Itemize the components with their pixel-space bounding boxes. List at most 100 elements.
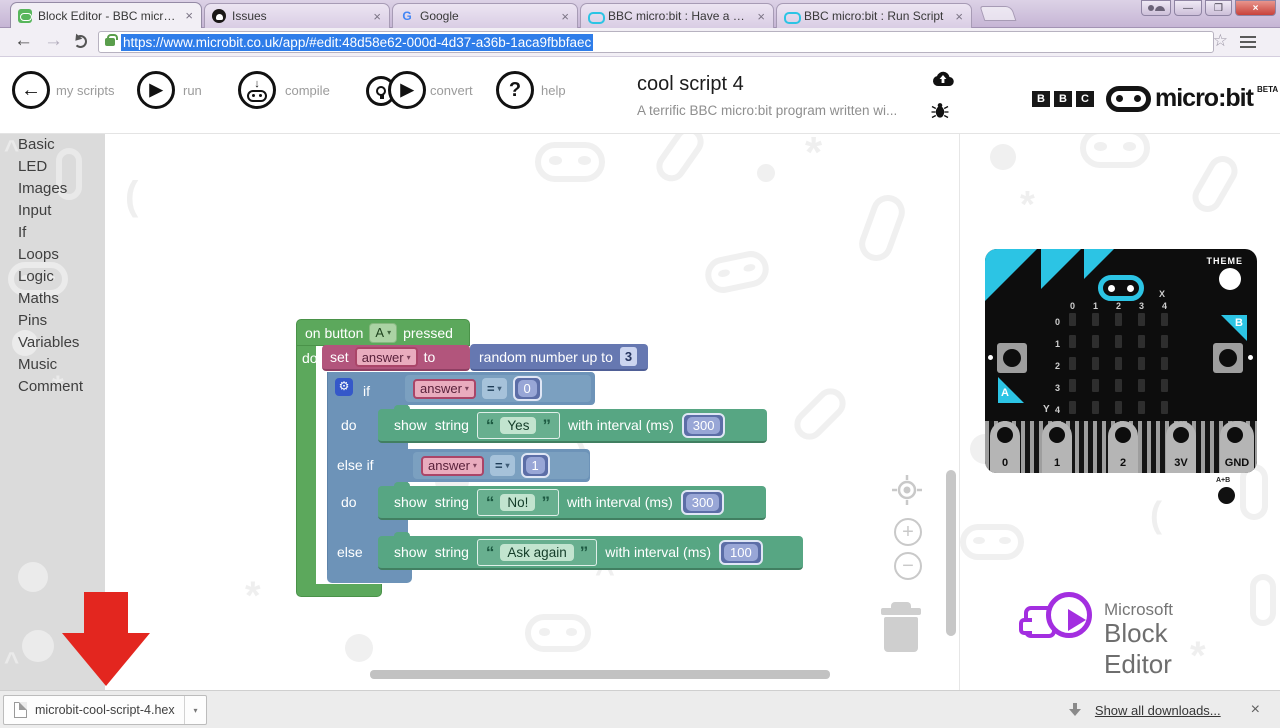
sidebar-item-images[interactable]: Images	[0, 178, 105, 200]
cloud-upload-icon[interactable]	[932, 70, 954, 87]
help-button[interactable]: ?	[496, 71, 534, 109]
block-if-bottom[interactable]	[327, 570, 412, 583]
forward-icon[interactable]: →	[44, 30, 63, 52]
sidebar-item-led[interactable]: LED	[0, 156, 105, 178]
profile-icon[interactable]	[1141, 0, 1171, 16]
block-on-button-bottom[interactable]	[296, 584, 382, 597]
browser-menu-icon[interactable]	[1240, 36, 1256, 48]
tab-google[interactable]: G Google ×	[392, 3, 578, 28]
zoom-out-button[interactable]: −	[894, 552, 922, 580]
variable-dropdown[interactable]: answer▾	[413, 379, 476, 399]
pin-0[interactable]: 0	[990, 421, 1020, 473]
sidebar-item-variables[interactable]: Variables	[0, 332, 105, 354]
maximize-button[interactable]: ❒	[1205, 0, 1232, 16]
string-input[interactable]: “ Yes ”	[477, 412, 560, 439]
variable-dropdown[interactable]: answer▾	[355, 347, 418, 367]
new-tab-button[interactable]	[980, 6, 1017, 21]
tab-issues[interactable]: Issues ×	[204, 3, 390, 28]
button-dropdown[interactable]: A▾	[369, 323, 397, 343]
url-text-selected[interactable]: https://www.microbit.co.uk/app/#edit:48d…	[121, 34, 593, 51]
button-a[interactable]	[997, 343, 1027, 373]
window-controls: — ❒ ×	[1141, 0, 1276, 16]
file-options-caret-icon[interactable]: ▾	[184, 696, 206, 724]
zoom-reset-icon[interactable]	[891, 474, 923, 506]
tab-block-editor[interactable]: Block Editor - BBC micro:b ×	[10, 2, 202, 28]
address-bar[interactable]: https://www.microbit.co.uk/app/#edit:48d…	[98, 31, 1214, 53]
sidebar-item-maths[interactable]: Maths	[0, 288, 105, 310]
tab-microbit-run-script[interactable]: BBC micro:bit : Run Script ×	[776, 3, 972, 28]
tab-close-icon[interactable]: ×	[184, 9, 194, 22]
convert-label[interactable]: convert	[430, 83, 473, 98]
bookmark-star-icon[interactable]: ☆	[1213, 31, 1228, 51]
downloaded-file-chip[interactable]: microbit-cool-script-4.hex ▾	[3, 695, 207, 725]
compile-button[interactable]: ↓	[238, 71, 276, 109]
close-window-button[interactable]: ×	[1235, 0, 1276, 16]
pin-gnd[interactable]: GND	[1220, 421, 1254, 473]
bug-icon[interactable]	[931, 102, 949, 119]
string-input[interactable]: “ Ask again ”	[477, 539, 597, 566]
tab-close-icon[interactable]: ×	[954, 10, 964, 23]
block-on-button-pressed[interactable]: on button A▾ pressed	[296, 319, 470, 346]
else-if-label: else if	[337, 457, 374, 473]
pin-2[interactable]: 2	[1108, 421, 1138, 473]
convert-button[interactable]: ▶	[388, 71, 426, 109]
sidebar-item-loops[interactable]: Loops	[0, 244, 105, 266]
variable-dropdown[interactable]: answer▾	[421, 456, 484, 476]
operator-dropdown[interactable]: =▾	[482, 378, 507, 399]
show-all-downloads-link[interactable]: Show all downloads...	[1095, 703, 1221, 718]
compile-label[interactable]: compile	[285, 83, 330, 98]
back-icon[interactable]: ←	[14, 30, 33, 52]
my-scripts-button[interactable]: ←	[12, 71, 50, 109]
sidebar-item-if[interactable]: If	[0, 222, 105, 244]
block-show-string[interactable]: show string “ No! ” with interval (ms) 3…	[378, 486, 766, 520]
block-workspace[interactable]: * ( ) * ^ on button A▾ pressed do set	[105, 134, 960, 690]
x-axis-label: X	[1159, 289, 1165, 299]
close-download-bar-icon[interactable]: ×	[1251, 701, 1260, 719]
gear-icon[interactable]: ⚙	[335, 378, 353, 396]
block-random-number[interactable]: random number up to 3	[470, 344, 648, 371]
run-label[interactable]: run	[183, 83, 202, 98]
block-show-string[interactable]: show string “ Yes ” with interval (ms) 3…	[378, 409, 767, 443]
theme-button[interactable]	[1219, 268, 1241, 290]
block-on-button-body[interactable]	[296, 345, 316, 590]
a-plus-b-button[interactable]	[1218, 487, 1235, 504]
microbit-logo-touch[interactable]	[1098, 275, 1144, 301]
help-label[interactable]: help	[541, 83, 566, 98]
operator-dropdown[interactable]: =▾	[490, 455, 515, 476]
interval-input[interactable]: 100	[719, 540, 763, 565]
trash-icon[interactable]	[878, 602, 924, 652]
sidebar-item-pins[interactable]: Pins	[0, 310, 105, 332]
sidebar-item-comment[interactable]: Comment	[0, 376, 105, 398]
sidebar-item-input[interactable]: Input	[0, 200, 105, 222]
vertical-scrollbar[interactable]	[946, 470, 956, 636]
number-input[interactable]: 0	[513, 376, 542, 401]
tab-close-icon[interactable]: ×	[560, 10, 570, 23]
tab-close-icon[interactable]: ×	[372, 10, 382, 23]
block-show-string[interactable]: show string “ Ask again ” with interval …	[378, 536, 803, 570]
sidebar-item-music[interactable]: Music	[0, 354, 105, 376]
sidebar-item-basic[interactable]: Basic	[0, 134, 105, 156]
tab-close-icon[interactable]: ×	[756, 10, 766, 23]
download-bar: microbit-cool-script-4.hex ▾ Show all do…	[0, 690, 1280, 728]
run-button[interactable]: ▶	[137, 71, 175, 109]
reload-icon[interactable]	[74, 35, 87, 48]
pin-1[interactable]: 1	[1042, 421, 1072, 473]
sidebar-item-logic[interactable]: Logic	[0, 266, 105, 288]
block-set-variable[interactable]: set answer▾ to	[322, 345, 470, 371]
string-input[interactable]: “ No! ”	[477, 489, 559, 516]
script-title[interactable]: cool script 4	[637, 73, 744, 96]
block-comparison[interactable]: answer▾ =▾ 0	[405, 375, 591, 402]
zoom-in-button[interactable]: +	[894, 518, 922, 546]
button-b[interactable]	[1213, 343, 1243, 373]
tab-microbit-question[interactable]: BBC micro:bit : Have a que ×	[580, 3, 774, 28]
minimize-button[interactable]: —	[1174, 0, 1202, 16]
my-scripts-label[interactable]: my scripts	[56, 83, 115, 98]
block-text: random number up to	[479, 349, 613, 365]
random-max-input[interactable]: 3	[620, 347, 637, 366]
interval-input[interactable]: 300	[681, 490, 725, 515]
horizontal-scrollbar[interactable]	[370, 670, 830, 679]
block-comparison[interactable]: answer▾ =▾ 1	[413, 452, 589, 479]
pin-3v[interactable]: 3V	[1166, 421, 1196, 473]
interval-input[interactable]: 300	[682, 413, 726, 438]
number-input[interactable]: 1	[521, 453, 550, 478]
